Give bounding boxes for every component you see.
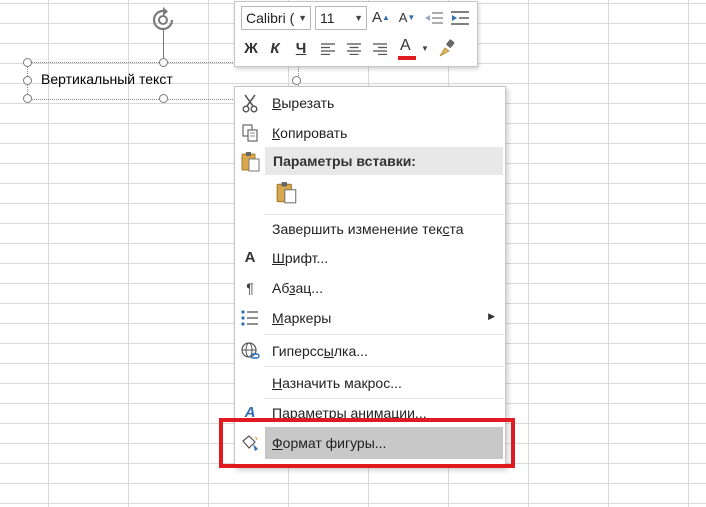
paste-icon: [241, 152, 260, 172]
menu-separator: [265, 334, 503, 335]
decrease-indent-icon[interactable]: [424, 11, 444, 25]
resize-handle-top[interactable]: [159, 58, 168, 67]
underline-button[interactable]: Ч: [291, 38, 311, 60]
resize-handle-bottom-left[interactable]: [23, 94, 32, 103]
paragraph-icon: ¶: [246, 280, 254, 296]
grow-font-button[interactable]: A▲: [371, 7, 391, 29]
shrink-font-button[interactable]: A▼: [397, 7, 417, 29]
paste-keep-text-only-icon[interactable]: [275, 181, 299, 205]
menu-item-hyperlink[interactable]: Гиперссылка...: [235, 337, 505, 365]
font-color-icon: A: [400, 37, 411, 54]
menu-item-finish-text-edit[interactable]: Завершить изменение текста: [235, 215, 505, 243]
menu-item-label: Шрифт...: [272, 250, 329, 266]
scissors-icon: [242, 94, 258, 113]
bullets-icon: [241, 310, 258, 326]
shape-text[interactable]: Вертикальный текст: [41, 71, 173, 87]
chevron-down-icon[interactable]: ▼: [354, 13, 363, 23]
align-left-icon[interactable]: [321, 43, 335, 55]
align-center-icon[interactable]: [347, 43, 361, 55]
menu-item-copy[interactable]: Копировать: [235, 119, 505, 147]
increase-indent-icon[interactable]: [450, 11, 470, 25]
menu-item-cut[interactable]: Вырезать: [235, 89, 505, 117]
menu-item-label: Назначить макрос...: [272, 375, 402, 391]
align-right-icon[interactable]: [373, 43, 387, 55]
chevron-right-icon: ▶: [488, 311, 495, 321]
menu-item-label: Абзац...: [272, 280, 323, 296]
copy-icon: [242, 124, 258, 142]
paste-options-header: Параметры вставки:: [265, 147, 503, 175]
resize-handle-top-left[interactable]: [23, 58, 32, 67]
font-color-swatch: [398, 56, 416, 60]
menu-item-paragraph[interactable]: ¶ Абзац...: [235, 274, 505, 302]
mini-toolbar: Calibri ( ▼ 11 ▼ A▲ A▼ Ж К Ч A ▼: [234, 1, 478, 67]
menu-item-label: Маркеры: [272, 310, 332, 326]
highlight-annotation-box: [219, 418, 515, 468]
context-menu: Вырезать Копировать Параметры вставки: З…: [234, 86, 506, 468]
resize-handle-right[interactable]: [292, 76, 301, 85]
menu-item-bullets[interactable]: Маркеры ▶: [235, 304, 505, 332]
format-painter-icon[interactable]: [437, 39, 457, 59]
menu-item-font[interactable]: A Шрифт...: [235, 244, 505, 272]
font-name-select[interactable]: Calibri ( ▼: [241, 6, 311, 30]
menu-item-label: Гиперссылка...: [272, 343, 368, 359]
menu-item-label: Вырезать: [272, 95, 335, 111]
rotate-handle-icon[interactable]: [150, 7, 176, 33]
menu-item-assign-macro[interactable]: Назначить макрос...: [235, 369, 505, 397]
font-color-button[interactable]: A: [396, 36, 418, 62]
paste-options-label: Параметры вставки:: [273, 153, 416, 169]
hyperlink-icon: [241, 342, 260, 359]
italic-button[interactable]: К: [265, 38, 285, 60]
font-name-value: Calibri (: [246, 10, 295, 26]
menu-item-label: Завершить изменение текста: [272, 221, 464, 237]
font-size-value: 11: [320, 10, 335, 26]
resize-handle-bottom[interactable]: [159, 94, 168, 103]
font-icon: A: [244, 249, 256, 266]
font-size-select[interactable]: 11 ▼: [315, 6, 367, 30]
resize-handle-left[interactable]: [23, 76, 32, 85]
bold-button[interactable]: Ж: [241, 38, 261, 60]
rotation-connector: [163, 30, 164, 58]
chevron-down-icon[interactable]: ▼: [421, 44, 429, 53]
menu-separator: [265, 366, 503, 367]
grow-font-icon: A: [372, 9, 383, 26]
menu-item-label: Копировать: [272, 125, 348, 141]
chevron-down-icon[interactable]: ▼: [298, 13, 307, 23]
